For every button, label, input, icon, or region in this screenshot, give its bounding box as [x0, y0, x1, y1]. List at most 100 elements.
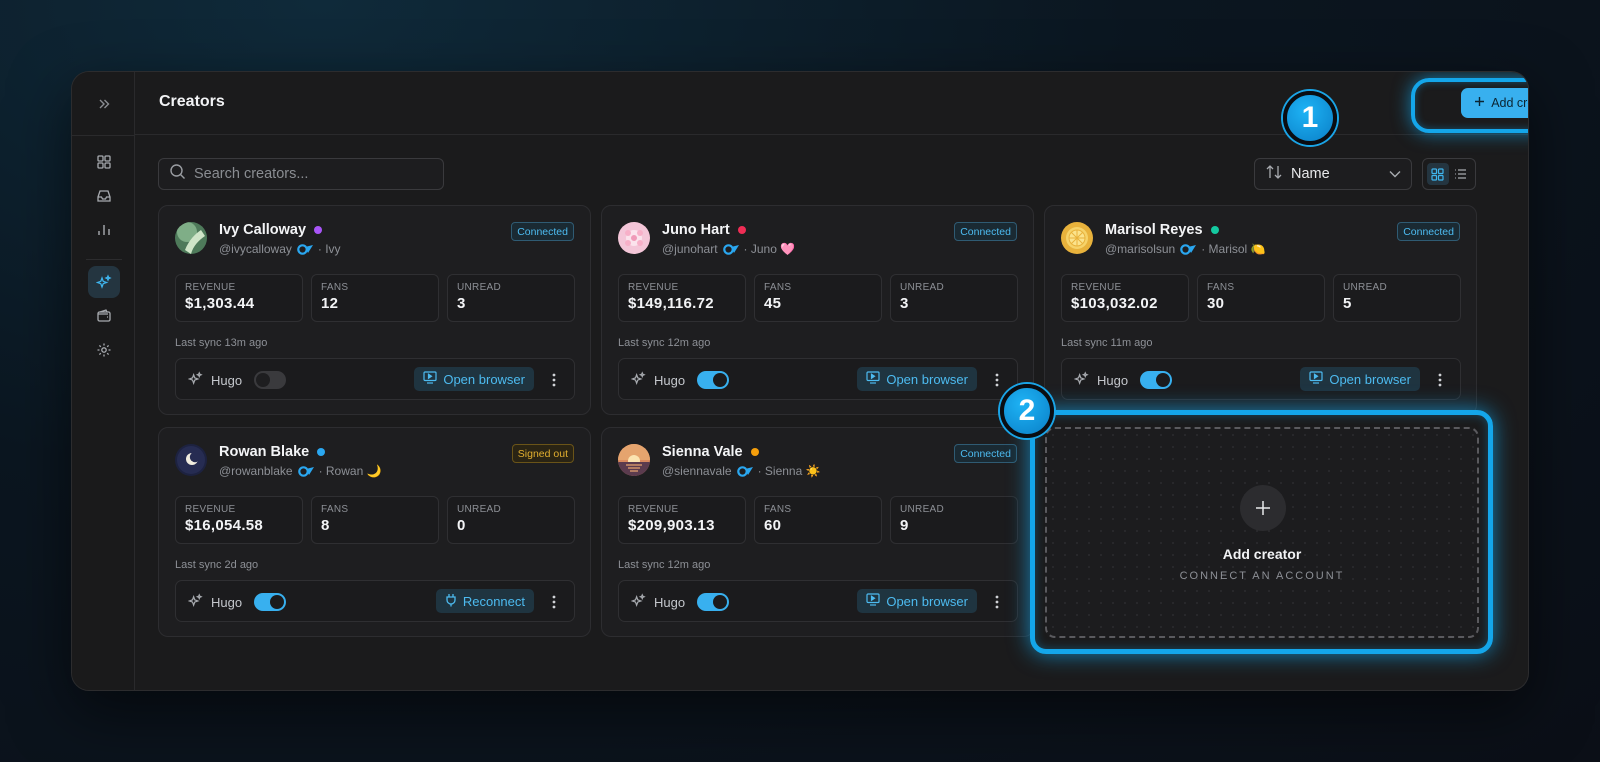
open-browser-button[interactable]: Open browser: [414, 367, 534, 391]
unread-value: 5: [1343, 295, 1352, 312]
wallet-icon[interactable]: [88, 300, 120, 332]
creators-sparkle-icon[interactable]: [88, 266, 120, 298]
creator-card[interactable]: Rowan Blake @rowanblake · Rowan 🌙 Signed…: [158, 427, 591, 637]
unread-label: UNREAD: [900, 504, 945, 515]
plus-icon: [1240, 485, 1286, 531]
creator-name-text: Juno Hart: [662, 222, 730, 238]
platform-icon: [297, 244, 313, 255]
add-creator-subtitle: CONNECT AN ACCOUNT: [1179, 570, 1345, 582]
fans-label: FANS: [1207, 282, 1235, 293]
revenue-stat: REVENUE $16,054.58: [175, 496, 303, 544]
hugo-toggle[interactable]: [254, 371, 287, 389]
unread-value: 3: [457, 295, 466, 312]
settings-gear-icon[interactable]: [88, 334, 120, 366]
status-badge: Signed out: [511, 444, 574, 463]
fans-stat: FANS 45: [754, 274, 882, 322]
inbox-icon[interactable]: [88, 180, 120, 212]
creator-handle: @ivycalloway · Ivy: [219, 242, 341, 256]
card-footer: Hugo Reconnect: [175, 580, 575, 622]
page-title: Creators: [159, 93, 225, 110]
status-dot: [1210, 226, 1219, 234]
more-options-icon[interactable]: [989, 592, 1005, 612]
status-badge: Connected: [511, 222, 574, 241]
add-creator-card[interactable]: Add creator CONNECT AN ACCOUNT: [1045, 427, 1479, 638]
fans-stat: FANS 12: [311, 274, 439, 322]
avatar: [175, 444, 207, 476]
search-icon: [169, 163, 186, 185]
sort-label: Name: [1291, 166, 1330, 182]
card-footer: Hugo Open browser: [618, 580, 1018, 622]
creator-card[interactable]: Marisol Reyes @marisolsun · Marisol 🍋 Co…: [1044, 205, 1477, 415]
app-window: Creators Add creator Name: [71, 71, 1529, 691]
search-input[interactable]: [194, 166, 434, 182]
status-dot: [737, 226, 746, 234]
add-creator-title: Add creator: [1222, 546, 1302, 562]
creator-name: Ivy Calloway: [219, 222, 323, 238]
open-browser-button[interactable]: Open browser: [857, 589, 977, 613]
hugo-toggle-group: Hugo: [630, 593, 730, 611]
hugo-toggle[interactable]: [697, 593, 730, 611]
last-sync: Last sync 2d ago: [175, 559, 259, 571]
creator-handle: @junohart · Juno 🩷: [662, 242, 795, 256]
monitor-play-icon: [423, 371, 437, 387]
step-marker-2: 2: [1000, 384, 1054, 438]
hugo-label: Hugo: [1097, 372, 1129, 388]
sparkle-icon: [187, 371, 203, 389]
card-footer: Hugo Open browser: [618, 358, 1018, 400]
analytics-icon[interactable]: [88, 214, 120, 246]
dashboard-icon[interactable]: [88, 146, 120, 178]
status-dot: [317, 448, 326, 456]
revenue-value: $149,116.72: [628, 295, 714, 312]
chevron-down-icon: [1389, 166, 1401, 182]
more-options-icon[interactable]: [546, 370, 562, 390]
sparkle-icon: [630, 371, 646, 389]
creator-name-text: Sienna Vale: [662, 444, 743, 460]
creator-name: Rowan Blake: [219, 444, 326, 460]
hugo-toggle[interactable]: [697, 371, 730, 389]
sparkle-icon: [187, 593, 203, 611]
revenue-label: REVENUE: [628, 282, 679, 293]
unread-stat: UNREAD 3: [890, 274, 1018, 322]
hugo-toggle[interactable]: [254, 593, 287, 611]
last-sync: Last sync 13m ago: [175, 337, 268, 349]
sort-arrows-icon: [1265, 164, 1283, 184]
add-creator-label: Add creator: [1491, 96, 1528, 110]
search-box[interactable]: [158, 158, 444, 190]
platform-icon: [736, 466, 753, 477]
list-view-icon[interactable]: [1450, 163, 1472, 185]
unread-stat: UNREAD 9: [890, 496, 1018, 544]
unread-label: UNREAD: [900, 282, 945, 293]
hugo-label: Hugo: [211, 372, 243, 388]
fans-value: 45: [764, 295, 782, 312]
action-label: Open browser: [1329, 371, 1411, 387]
fans-label: FANS: [764, 282, 792, 293]
more-options-icon[interactable]: [989, 370, 1005, 390]
more-options-icon[interactable]: [546, 592, 562, 612]
grid-view-icon[interactable]: [1426, 163, 1449, 185]
creator-card[interactable]: Sienna Vale @siennavale · Sienna ☀️ Conn…: [601, 427, 1034, 637]
reconnect-button[interactable]: Reconnect: [435, 589, 534, 613]
unread-stat: UNREAD 5: [1333, 274, 1461, 322]
card-footer: Hugo Open browser: [175, 358, 575, 400]
hugo-toggle-group: Hugo: [1073, 371, 1173, 389]
open-browser-button[interactable]: Open browser: [857, 367, 977, 391]
platform-icon: [297, 466, 314, 477]
avatar: [175, 222, 207, 254]
creator-card[interactable]: Juno Hart @junohart · Juno 🩷 Connected R…: [601, 205, 1034, 415]
expand-sidebar-icon[interactable]: [92, 92, 116, 116]
open-browser-button[interactable]: Open browser: [1300, 367, 1420, 391]
creator-card[interactable]: Ivy Calloway @ivycalloway · Ivy Connecte…: [158, 205, 591, 415]
more-options-icon[interactable]: [1432, 370, 1448, 390]
status-badge: Connected: [954, 222, 1017, 241]
add-creator-button[interactable]: Add creator: [1461, 88, 1528, 118]
revenue-value: $103,032.02: [1071, 295, 1158, 312]
card-footer: Hugo Open browser: [1061, 358, 1461, 400]
creator-handle: @siennavale · Sienna ☀️: [662, 464, 821, 478]
handle-text: @siennavale: [662, 464, 732, 478]
nickname-text: · Ivy: [317, 242, 341, 256]
sort-dropdown[interactable]: Name: [1254, 158, 1412, 190]
revenue-value: $209,903.13: [628, 517, 715, 534]
last-sync: Last sync 11m ago: [1061, 337, 1153, 349]
hugo-toggle[interactable]: [1140, 371, 1173, 389]
sidebar-divider: [72, 135, 135, 136]
